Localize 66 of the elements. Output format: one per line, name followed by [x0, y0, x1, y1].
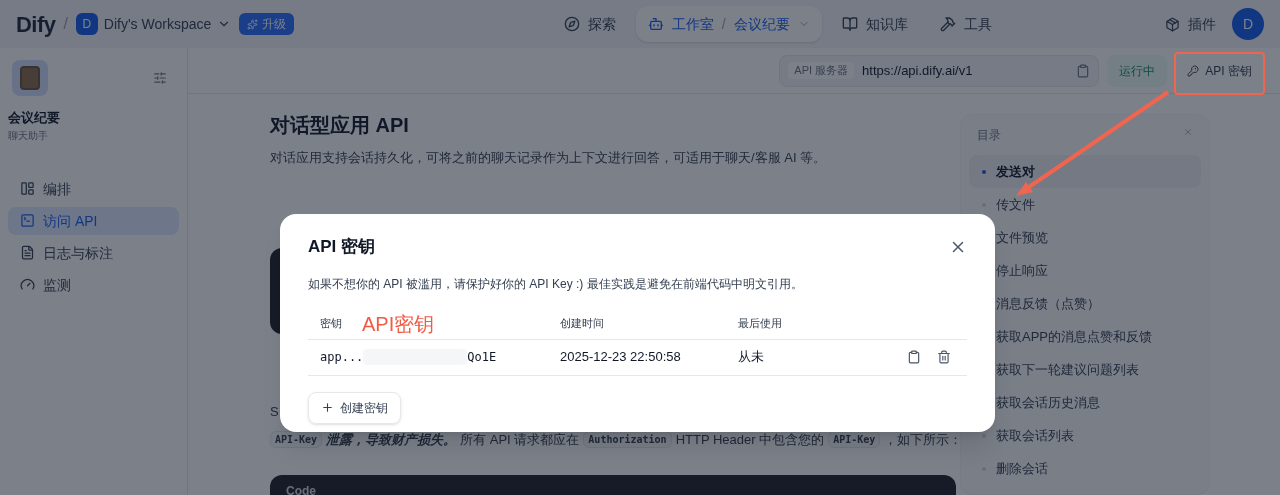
current-app[interactable]: 会议纪要	[733, 14, 790, 34]
plus-icon	[321, 401, 334, 414]
body-text: ，如下所示：	[884, 431, 963, 449]
workspace-avatar: D	[75, 13, 98, 35]
sidebar-item[interactable]: 日志与标注	[8, 238, 179, 267]
column-header: 最后使用	[738, 315, 782, 331]
upgrade-button[interactable]: 升级	[239, 13, 295, 35]
workspace-switcher[interactable]: D Dify's Workspace	[75, 13, 232, 35]
app-icon	[12, 60, 48, 96]
page-description: 对话应用支持会话持久化，可将之前的聊天记录作为上下文进行回答，可适用于聊天/客服 AI 等。	[270, 149, 828, 167]
app-type: 聊天助手	[8, 128, 49, 143]
sidebar-item[interactable]: 编排	[8, 174, 179, 203]
sidebar-item[interactable]: 访问 API	[8, 206, 179, 235]
package-icon[interactable]	[1165, 16, 1180, 32]
body-text: HTTP Header 中包含您的	[675, 431, 825, 449]
compass-icon	[563, 16, 580, 32]
sliders-icon[interactable]	[153, 71, 167, 85]
robot-icon	[647, 16, 664, 32]
clipboard-icon[interactable]	[1076, 63, 1091, 78]
annotation-label: API密钥	[362, 312, 435, 337]
breadcrumb-separator: /	[721, 15, 726, 34]
hammer-icon	[939, 16, 956, 32]
logo[interactable]: Dify	[16, 7, 56, 41]
dialog-note: 如果不想你的 API 被滥用，请保护好你的 API Key :) 最佳实践是避免在前端代码中明文引用。	[308, 275, 804, 292]
toc-item[interactable]: 传文件	[969, 188, 1201, 221]
book-icon	[841, 16, 858, 32]
column-header: 密钥	[320, 315, 342, 331]
bold-text: 泄露，导致财产损失。	[326, 431, 457, 449]
layout-icon	[20, 181, 35, 196]
body-text: 所有 API 请求都应在	[460, 431, 580, 449]
toc-item[interactable]: 发送对	[969, 155, 1201, 188]
key-suffix: Qo1E	[467, 349, 497, 366]
nav-tab[interactable]: 探索	[551, 6, 628, 42]
copy-icon[interactable]	[907, 350, 921, 364]
plugins-link[interactable]: 插件	[1188, 14, 1216, 34]
nav-tab[interactable]: 知识库	[829, 6, 920, 42]
api-key-button[interactable]: API 密钥	[1175, 54, 1264, 87]
page-title: 对话型应用 API	[270, 113, 410, 138]
table-cell-text: 从未	[738, 348, 764, 367]
section-text: S	[270, 402, 279, 421]
status-badge: 运行中	[1107, 54, 1168, 87]
workspace-name: Dify's Workspace	[103, 15, 212, 34]
toc-title: 目录	[977, 127, 1001, 143]
nav-tab[interactable]: 工作室 / 会议纪要	[635, 6, 822, 42]
gauge-icon	[20, 277, 35, 292]
table-cell-text: 2025-12-23 22:50:58	[560, 348, 682, 367]
breadcrumb-separator: /	[63, 14, 68, 34]
app-name: 会议纪要	[8, 109, 61, 127]
nav-label: 工作室	[671, 15, 714, 34]
create-key-button[interactable]: 创建密钥	[308, 391, 401, 424]
toc-item[interactable]: 获取会话列表	[969, 419, 1201, 452]
trash-icon[interactable]	[937, 350, 951, 364]
user-avatar[interactable]: D	[1232, 8, 1264, 40]
toc-item[interactable]: 删除会话	[969, 452, 1201, 485]
sparkle-icon	[247, 18, 259, 30]
inline-code: API-Key	[270, 431, 323, 449]
key-prefix: app...	[320, 349, 364, 366]
key-icon	[1187, 64, 1200, 77]
dialog-title: API 密钥	[308, 236, 376, 258]
nav-tab[interactable]: 工具	[927, 6, 1004, 42]
code-panel: Code	[270, 474, 956, 495]
document-icon	[20, 245, 35, 260]
column-header: 创建时间	[560, 315, 604, 331]
sidebar-item[interactable]: 监测	[8, 270, 179, 299]
terminal-icon	[20, 213, 35, 228]
api-server-field[interactable]: API 服务器 https://api.dify.ai/v1	[779, 54, 1100, 87]
